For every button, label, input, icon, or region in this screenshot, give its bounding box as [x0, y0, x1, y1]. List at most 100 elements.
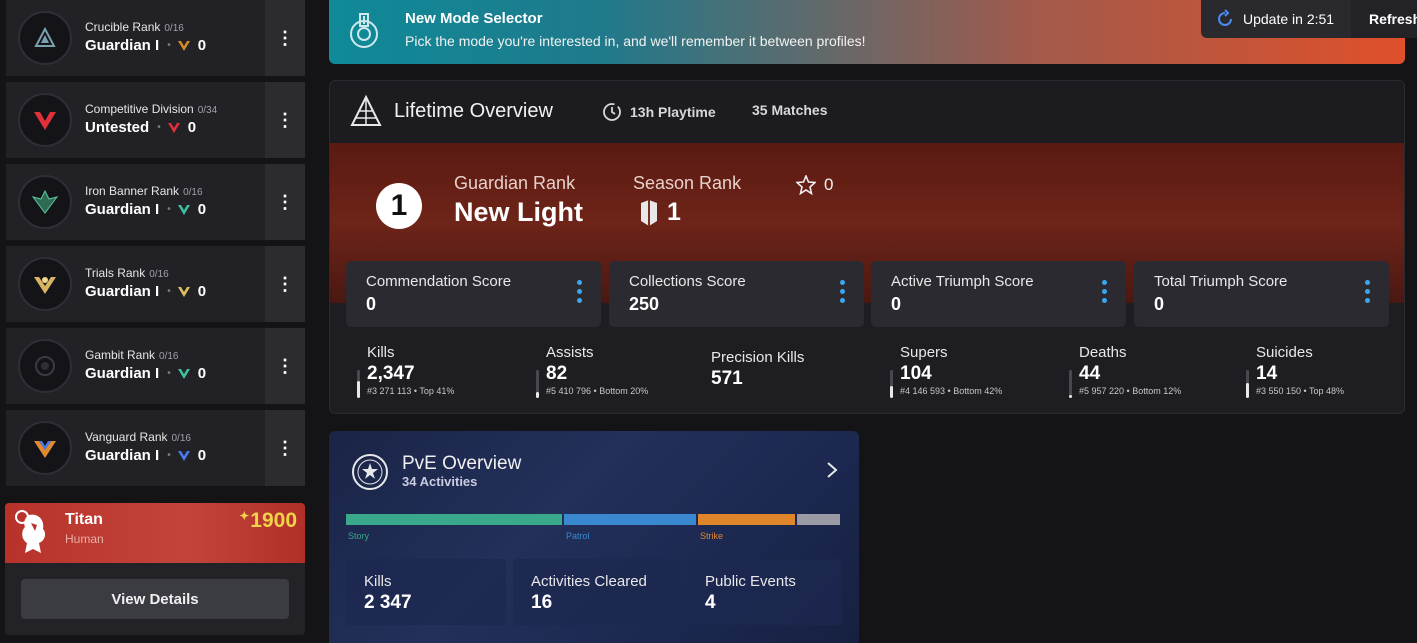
- crucible-emblem-icon: [18, 11, 72, 65]
- update-timer[interactable]: Update in 2:51: [1201, 0, 1351, 38]
- clock-icon: [603, 103, 621, 121]
- lifetime-overview-panel: Lifetime Overview 13h Playtime 35 Matche…: [329, 80, 1405, 414]
- stat-value: 2,347: [367, 363, 415, 384]
- power-icon: ✦: [239, 509, 250, 523]
- stat-bar: [536, 370, 539, 398]
- score-menu-icon[interactable]: [840, 280, 846, 306]
- score-value: 0: [891, 294, 902, 314]
- pve-stat-label: Public Events: [705, 573, 796, 590]
- rank-count: 0: [197, 365, 207, 382]
- score-card-active-triumph[interactable]: Active Triumph Score 0: [871, 261, 1126, 327]
- rank-value: Guardian I: [85, 447, 160, 464]
- rank-card-gambit[interactable]: Gambit Rank 0/16 Guardian I • 0 ⋮: [6, 328, 305, 406]
- chevron-right-icon[interactable]: [825, 461, 839, 479]
- pve-subtitle: 34 Activities: [402, 474, 478, 489]
- character-race: Human: [65, 532, 104, 546]
- pve-overview-panel[interactable]: PvE Overview 34 Activities Story Patrol St…: [329, 431, 859, 643]
- score-value: 250: [629, 294, 660, 314]
- stat-rank: #5 410 796 • Bottom 20%: [546, 386, 649, 396]
- score-label: Total Triumph Score: [1154, 273, 1288, 290]
- stat-rank: #3 550 150 • Top 48%: [1256, 386, 1345, 396]
- rank-value: Guardian I: [85, 365, 160, 382]
- guardian-rank-number: 1: [376, 183, 422, 229]
- separator-dot: •: [167, 286, 171, 297]
- power-level: 1900: [250, 509, 297, 532]
- pve-stat-value: 2 347: [364, 592, 412, 613]
- competitive-emblem-icon: [18, 93, 72, 147]
- activity-segment-label: Patrol: [566, 531, 590, 541]
- stat-value: 82: [546, 363, 568, 384]
- rank-value: Guardian I: [85, 37, 160, 54]
- rank-count: 0: [197, 447, 207, 464]
- match-count: 35 Matches: [752, 102, 828, 118]
- pve-stat-label: Kills: [364, 573, 392, 590]
- activity-segment-strike: [698, 514, 795, 525]
- separator-dot: •: [167, 450, 171, 461]
- rank-menu-button[interactable]: ⋮: [265, 328, 305, 404]
- rank-progress: 0/16: [164, 23, 184, 34]
- score-menu-icon[interactable]: [1365, 280, 1371, 306]
- stat-bar-fill: [536, 392, 539, 398]
- rank-menu-button[interactable]: ⋮: [265, 164, 305, 240]
- character-banner[interactable]: Titan Human ✦1900: [5, 503, 305, 563]
- rank-chevron-icon: [177, 204, 190, 215]
- stat-value: 44: [1079, 363, 1101, 384]
- stat-label: Deaths: [1079, 344, 1127, 361]
- rank-name: Vanguard Rank: [85, 430, 168, 444]
- refresh-button[interactable]: Refresh: [1351, 0, 1417, 38]
- pve-stat-activities-cleared: Activities Cleared 16: [513, 559, 681, 625]
- score-label: Active Triumph Score: [891, 273, 1034, 290]
- score-menu-icon[interactable]: [577, 280, 583, 306]
- stat-bar-fill: [1069, 394, 1072, 398]
- score-card-total-triumph[interactable]: Total Triumph Score 0: [1134, 261, 1389, 327]
- score-card-collections[interactable]: Collections Score 250: [609, 261, 864, 327]
- rank-card-trials[interactable]: Trials Rank 0/16 Guardian I • 0 ⋮: [6, 246, 305, 324]
- rank-card-iron-banner[interactable]: Iron Banner Rank 0/16 Guardian I • 0 ⋮: [6, 164, 305, 242]
- star-icon: [796, 175, 816, 195]
- view-details-button[interactable]: View Details: [21, 579, 289, 619]
- stat-bar-fill: [1246, 383, 1249, 398]
- vanguard-emblem-icon: [18, 421, 72, 475]
- rank-menu-button[interactable]: ⋮: [265, 410, 305, 486]
- rank-chevron-icon: [177, 286, 190, 297]
- rank-name: Crucible Rank: [85, 20, 161, 34]
- activity-distribution-labels: Story Patrol Strike: [346, 531, 842, 543]
- rank-card-crucible[interactable]: Crucible Rank 0/16 Guardian I • 0 ⋮: [6, 0, 305, 78]
- score-label: Commendation Score: [366, 273, 512, 290]
- rank-name: Competitive Division: [85, 102, 194, 116]
- rank-card-vanguard[interactable]: Vanguard Rank 0/16 Guardian I • 0 ⋮: [6, 410, 305, 488]
- stat-label: Precision Kills: [711, 349, 805, 366]
- update-timer-icon: [1218, 9, 1232, 26]
- season-pass-icon: [641, 199, 657, 226]
- rank-menu-button[interactable]: ⋮: [265, 0, 305, 76]
- score-menu-icon[interactable]: [1102, 280, 1108, 306]
- pve-stat-public-events: Public Events 4: [687, 559, 842, 625]
- rank-menu-button[interactable]: ⋮: [265, 82, 305, 158]
- separator-dot: •: [157, 122, 161, 133]
- rank-name: Gambit Rank: [85, 348, 156, 362]
- activity-segment-label: Strike: [700, 531, 724, 541]
- banner-title: New Mode Selector: [405, 10, 543, 27]
- banner-description: Pick the mode you're interested in, and …: [405, 33, 866, 49]
- playtime: 13h Playtime: [630, 104, 716, 120]
- rank-menu-button[interactable]: ⋮: [265, 246, 305, 322]
- rank-progress: 0/16: [171, 433, 191, 444]
- rank-chevron-icon: [167, 122, 180, 133]
- rank-progress: 0/16: [183, 187, 203, 198]
- iron-banner-emblem-icon: [18, 175, 72, 229]
- lifetime-title: Lifetime Overview: [394, 100, 553, 122]
- stat-rank: #5 957 220 • Bottom 12%: [1079, 386, 1182, 396]
- vanguard-star-icon: [352, 454, 388, 490]
- stat-rank: #4 146 593 • Bottom 42%: [900, 386, 1003, 396]
- stat-label: Assists: [546, 344, 594, 361]
- stat-bar-fill: [357, 381, 360, 398]
- rank-card-competitive[interactable]: Competitive Division 0/34 Untested • 0 ⋮: [6, 82, 305, 160]
- stat-bar: [357, 370, 360, 398]
- guardian-rank-value: New Light: [454, 197, 583, 227]
- score-card-commendation[interactable]: Commendation Score 0: [346, 261, 601, 327]
- stat-value: 571: [711, 368, 743, 389]
- activity-segment-label: Story: [348, 531, 370, 541]
- rank-count: 0: [187, 119, 197, 136]
- stat-bar: [890, 370, 893, 398]
- trials-emblem-icon: [18, 257, 72, 311]
